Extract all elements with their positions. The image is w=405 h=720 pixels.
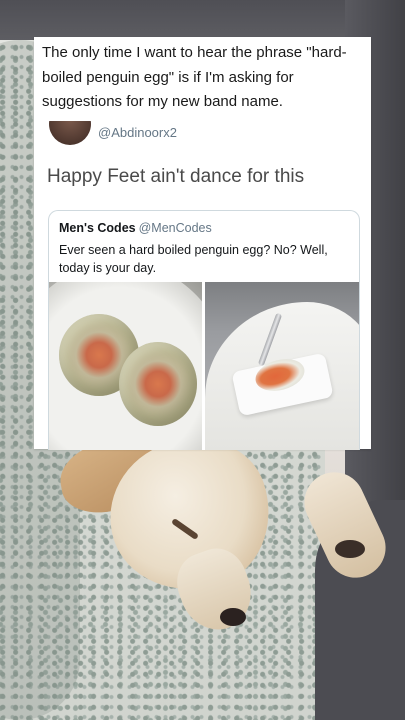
avatar[interactable] bbox=[49, 121, 91, 149]
meme-caption: The only time I want to hear the phrase … bbox=[42, 41, 366, 115]
sleeping-dog bbox=[54, 418, 396, 640]
caption-line: suggestions for my new band name. bbox=[42, 93, 283, 110]
tweet-text: Happy Feet ain't dance for this bbox=[47, 166, 305, 187]
quoted-author-handle[interactable]: @MenCodes bbox=[139, 221, 212, 235]
quoted-tweet-text: Ever seen a hard boiled penguin egg? No?… bbox=[59, 241, 351, 277]
quoted-text-line: today is your day. bbox=[59, 261, 157, 275]
meme-card: The only time I want to hear the phrase … bbox=[34, 37, 371, 450]
tweet-handle[interactable]: @Abdinoorx2 bbox=[98, 125, 177, 140]
cut-egg-photo[interactable] bbox=[205, 282, 359, 450]
dog-nose bbox=[220, 608, 246, 626]
penguin-egg bbox=[119, 342, 197, 426]
quoted-tweet-header: Men's Codes @MenCodes bbox=[59, 221, 212, 235]
dog-claws bbox=[335, 540, 365, 558]
quoted-text-line: Ever seen a hard boiled penguin egg? No?… bbox=[59, 243, 328, 257]
quoted-tweet[interactable]: Men's Codes @MenCodes Ever seen a hard bo… bbox=[48, 210, 360, 450]
penguin-eggs-photo[interactable] bbox=[49, 282, 202, 450]
caption-line: boiled penguin egg" is if I'm asking for bbox=[42, 68, 294, 86]
quoted-author-name[interactable]: Men's Codes bbox=[59, 221, 136, 235]
caption-line: The only time I want to hear the phrase … bbox=[42, 44, 347, 61]
